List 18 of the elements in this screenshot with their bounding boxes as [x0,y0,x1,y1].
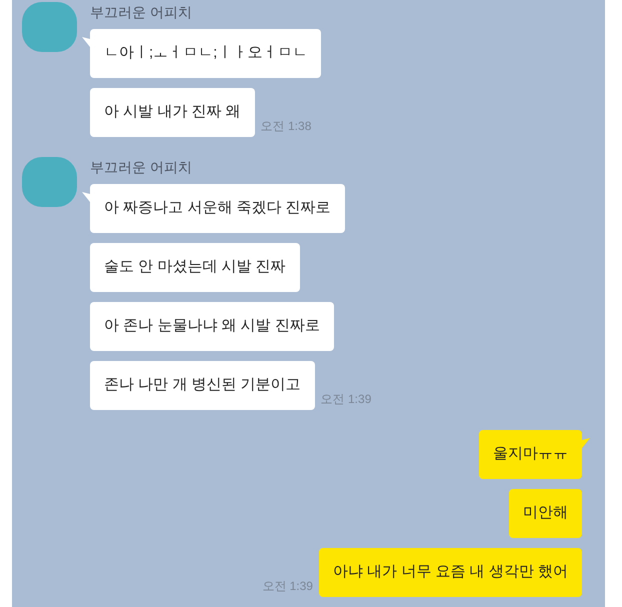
message-bubble: 울지마ㅠㅠ [479,430,582,479]
message-bubble: 아냐 내가 너무 요즘 내 생각만 했어 [318,548,582,597]
bubble-tail [582,438,590,448]
message-bubble: 아 시발 내가 진짜 왜 [90,88,255,137]
message-bubble: 술도 안 마셨는데 시발 진짜 [90,243,300,292]
message-bubble: 미안해 [509,489,582,538]
bubble-tail [82,192,90,202]
sender-name: 부끄러운 어피치 [90,158,193,177]
message-time: 오전 1:39 [320,391,372,408]
bubble-tail [82,37,90,47]
message-bubble: 아 존나 눈물나냐 왜 시발 진짜로 [90,302,334,351]
sender-name: 부끄러운 어피치 [90,3,193,22]
message-bubble: 존나 나만 개 병신된 기분이고 [90,361,315,410]
avatar[interactable] [22,2,77,52]
message-time: 오전 1:39 [262,578,313,595]
message-time: 오전 1:38 [260,118,312,135]
avatar[interactable] [22,157,77,207]
message-bubble: 아 짜증나고 서운해 죽겠다 진짜로 [90,184,345,233]
